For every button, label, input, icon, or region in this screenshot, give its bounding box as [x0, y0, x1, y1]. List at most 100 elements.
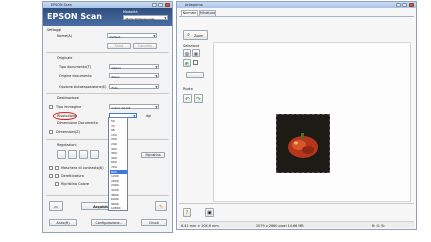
rotate-label: Ruota: [183, 87, 193, 91]
preview-window: Anteprima Normale Miniatura ⌕ Zoom Selez…: [176, 1, 417, 230]
doc-source-value: Piano: [111, 74, 120, 79]
image-type-label: Tipo immagine: [56, 105, 82, 109]
rotate-right-icon: ↷: [195, 96, 202, 103]
image-icon: ▣: [207, 210, 212, 216]
scan-window-title: EPSON Scan: [51, 2, 72, 7]
chevron-down-icon: ▼: [155, 105, 158, 110]
name-value: Default: [109, 34, 121, 39]
adjustments-section-title: Regolazioni: [57, 143, 77, 147]
doc-type-select[interactable]: Opaco ▼: [109, 64, 159, 70]
target-size-expand[interactable]: [49, 130, 53, 134]
tab-divider: [179, 16, 414, 17]
marquee-green-button[interactable]: ◩: [183, 59, 191, 67]
unsharp-label: Maschera di contrasto(K): [61, 166, 104, 170]
config-button[interactable]: Configurazione...: [91, 219, 127, 226]
maximize-button[interactable]: [158, 2, 163, 7]
auto-exposure-label: Opzione Autoesposizione(E): [59, 85, 107, 89]
descreening-label: Derettinatura: [61, 174, 84, 178]
preview-icon: ✎: [158, 204, 164, 210]
mode-label: Modalità: [123, 10, 138, 14]
epson-logo-text: EPSON Scan: [47, 12, 102, 21]
mode-value: Modo Professionale: [125, 16, 155, 21]
scan-selection-marquee[interactable]: [276, 114, 330, 173]
scanner-preview-button[interactable]: ▭: [49, 201, 63, 211]
selection-label: Selezione: [183, 44, 200, 48]
help-icon-button[interactable]: ?: [183, 208, 191, 217]
descreening-expand[interactable]: [49, 174, 53, 178]
save-button[interactable]: Salva: [107, 43, 131, 49]
unsharp-expand[interactable]: [49, 166, 53, 170]
preview-area[interactable]: [213, 42, 411, 202]
status-bar: 6.41 mm × 204.6 mm 2079 x 2660 pixel 14.…: [179, 221, 414, 228]
close-button[interactable]: Chiudi: [141, 219, 167, 226]
reset-button[interactable]: Ripristina: [141, 152, 165, 158]
preview-photo: [277, 115, 329, 172]
descreening-checkbox[interactable]: [55, 174, 59, 178]
minimize-button[interactable]: [396, 2, 401, 7]
magnifier-icon: ⌕: [187, 32, 190, 38]
scan-header: EPSON Scan Modalità Modo Professionale ▼: [43, 8, 172, 26]
doc-type-value: Opaco: [111, 65, 122, 70]
preview-titlebar: Anteprima: [177, 2, 416, 8]
marquee-button[interactable]: ▨: [183, 49, 191, 57]
resolution-unit: dpi: [146, 114, 152, 118]
preview-button[interactable]: ✎: [155, 201, 167, 211]
auto-exposure-value: Foto: [111, 85, 118, 90]
minimize-button[interactable]: [152, 2, 157, 7]
doc-type-label: Tipo documento(T): [59, 65, 92, 69]
divider: [46, 52, 169, 53]
close-window-button[interactable]: [165, 2, 170, 7]
auto-locate-icon: ▦: [194, 51, 198, 56]
preview-bottom-divider: [179, 203, 414, 204]
help-button[interactable]: Aiuto(H): [49, 219, 77, 226]
auto-exposure-select[interactable]: Foto ▼: [109, 84, 159, 90]
scanner-icon: ▭: [54, 204, 58, 209]
tone-curve-icon[interactable]: [68, 150, 77, 159]
color-palette-icon[interactable]: [90, 150, 99, 159]
zoom-button[interactable]: ⌕ Zoom: [183, 30, 208, 40]
image-type-expand[interactable]: [49, 105, 53, 109]
auto-locate-button[interactable]: ▦: [192, 49, 200, 57]
chevron-down-icon: ▼: [155, 74, 158, 79]
marquee-outline: [193, 60, 198, 65]
delete-marquee-button[interactable]: [186, 72, 204, 78]
doc-source-select[interactable]: Piano ▼: [109, 73, 159, 79]
target-size-label: Dimensioni(Z): [56, 130, 80, 134]
name-label: Nome(A): [57, 34, 72, 38]
chevron-down-icon: ▼: [155, 65, 158, 70]
destination-section-title: Destinazione: [57, 96, 79, 100]
image-icon-button[interactable]: ▣: [205, 208, 214, 217]
chevron-down-icon: ▼: [153, 34, 156, 39]
marquee-icon: ▨: [185, 51, 189, 56]
marquee-select-icon: ◩: [185, 61, 189, 66]
rotate-left-icon: ↶: [184, 96, 191, 103]
close-window-button[interactable]: [409, 2, 414, 7]
preview-window-title: Anteprima: [185, 2, 203, 7]
chevron-down-icon: ▼: [133, 114, 136, 119]
delete-button[interactable]: Cancella: [133, 43, 157, 49]
chevron-down-icon: ▼: [164, 16, 167, 21]
resolution-option[interactable]: 12800: [110, 206, 127, 210]
name-select[interactable]: Default ▼: [107, 33, 157, 39]
status-size: 6.41 mm × 204.6 mm: [181, 223, 219, 228]
settings-section-title: Settaggi: [47, 28, 62, 32]
color-restore-label: Ripristino Colore: [61, 182, 89, 186]
histogram-icon[interactable]: [57, 150, 66, 159]
chevron-down-icon: ▼: [155, 85, 158, 90]
image-type-select[interactable]: Colori 24-bit ▼: [109, 104, 159, 110]
original-section-title: Originale: [57, 56, 73, 60]
rotate-left-button[interactable]: ↶: [183, 94, 192, 103]
color-restore-checkbox[interactable]: [55, 182, 59, 186]
zoom-label: Zoom: [194, 34, 204, 38]
resolution-label: Risoluzione: [57, 114, 77, 118]
status-rgb: R: G: B:: [372, 223, 385, 228]
resolution-dropdown-list[interactable]: 50 72 96 150 200 240 300 360 400 600 720 800 1200 180…: [108, 117, 128, 211]
image-adjust-icon[interactable]: [79, 150, 88, 159]
divider: [46, 93, 169, 94]
mode-select[interactable]: Modo Professionale ▼: [123, 15, 168, 21]
status-pixels: 2079 x 2660 pixel 14.66 MB: [256, 223, 304, 228]
maximize-button[interactable]: [402, 2, 407, 7]
unsharp-checkbox[interactable]: [55, 166, 59, 170]
adjustment-tool-icons: [57, 150, 107, 160]
rotate-right-button[interactable]: ↷: [194, 94, 203, 103]
